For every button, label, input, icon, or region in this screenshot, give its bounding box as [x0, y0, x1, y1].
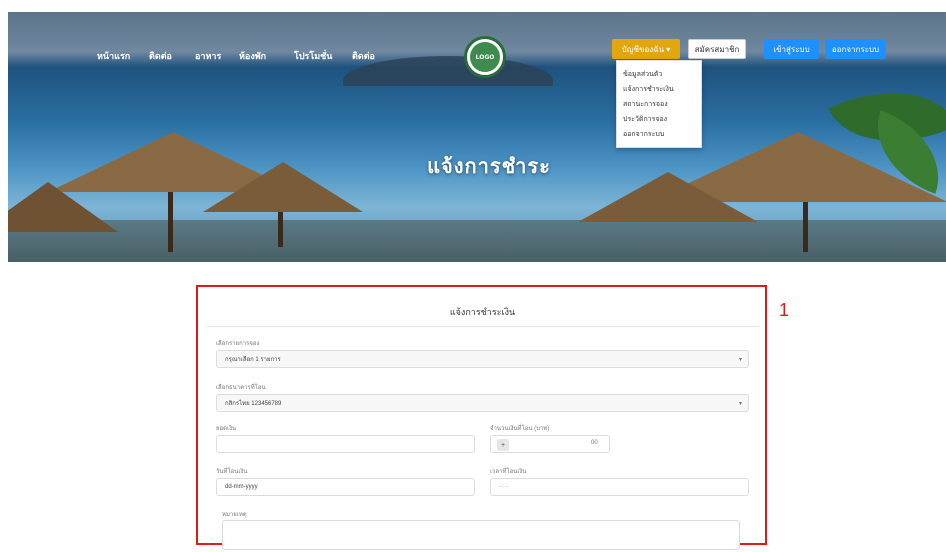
- date-input[interactable]: dd-mm-yyyy: [216, 478, 475, 496]
- time-placeholder: --:--: [499, 484, 509, 490]
- chevron-down-icon: ▾: [738, 401, 742, 407]
- login-button[interactable]: เข้าสู่ระบบ: [764, 39, 819, 59]
- select-room-label: เลือกรายการจอง: [216, 341, 260, 347]
- hero-banner: หน้าแรก ติดต่อ อาหาร ห้องพัก โปรโมชั่น ต…: [8, 12, 946, 262]
- stepper-value: 00: [591, 440, 598, 446]
- dropdown-item-profile[interactable]: ข้อมูลส่วนตัว: [617, 67, 701, 82]
- stepper-label: จำนวนเงินที่โอน (บาท): [490, 426, 550, 432]
- nav-item-rooms[interactable]: ห้องพัก: [239, 49, 266, 63]
- annotation-box: [196, 285, 767, 545]
- date-label: วันที่โอนเงิน: [216, 469, 248, 475]
- chevron-down-icon: ▾: [738, 357, 742, 363]
- umbrella: [578, 172, 758, 222]
- dropdown-item-history[interactable]: ประวัติการจอง: [617, 112, 701, 127]
- nav-item-contact[interactable]: ติดต่อ: [149, 49, 172, 63]
- dropdown-item-payment[interactable]: แจ้งการชำระเงิน: [617, 82, 701, 97]
- select-room-value: กรุณาเลือก 1 รายการ: [225, 357, 281, 363]
- stepper-button[interactable]: +: [497, 439, 509, 451]
- register-button[interactable]: สมัครสมาชิก: [688, 39, 746, 59]
- nav-item-food[interactable]: อาหาร: [195, 49, 221, 63]
- nav-item-contact-2[interactable]: ติดต่อ: [352, 49, 375, 63]
- date-value: dd-mm-yyyy: [225, 484, 258, 490]
- member-dropdown-menu: ข้อมูลส่วนตัว แจ้งการชำระเงิน สถานะการจอ…: [616, 60, 702, 148]
- nav-item-home[interactable]: หน้าแรก: [97, 49, 130, 63]
- umbrella-pole: [168, 182, 173, 252]
- site-logo[interactable]: LOGO: [464, 36, 506, 78]
- select-bank-label: เลือกธนาคารที่โอน: [216, 385, 266, 391]
- page-title: แจ้งการชำระ: [427, 154, 551, 178]
- member-menu-button[interactable]: บัญชีของฉัน ▾: [612, 39, 680, 59]
- time-label: เวลาที่โอนเงิน: [490, 469, 527, 475]
- dropdown-item-logout[interactable]: ออกจากระบบ: [617, 127, 701, 142]
- note-label: หมายเหตุ: [222, 512, 247, 518]
- dropdown-item-status[interactable]: สถานะการจอง: [617, 97, 701, 112]
- note-textarea[interactable]: [222, 520, 740, 550]
- amount-label: ยอดเงิน: [216, 426, 237, 432]
- amount-input[interactable]: [216, 435, 475, 453]
- select-room-field[interactable]: กรุณาเลือก 1 รายการ ▾: [216, 350, 749, 368]
- annotation-number: 1: [779, 300, 790, 320]
- amount-stepper[interactable]: + 00: [490, 435, 610, 453]
- umbrella: [8, 182, 118, 232]
- select-bank-field[interactable]: กสิกรไทย 123456789 ▾: [216, 394, 749, 412]
- time-input[interactable]: --:--: [490, 478, 749, 496]
- form-divider: [206, 326, 759, 327]
- logo-emblem: LOGO: [470, 42, 500, 72]
- select-bank-value: กสิกรไทย 123456789: [225, 401, 282, 407]
- logout-button[interactable]: ออกจากระบบ: [825, 39, 886, 59]
- form-title: แจ้งการชำระเงิน: [449, 308, 516, 318]
- umbrella: [203, 162, 363, 212]
- nav-item-promotion[interactable]: โปรโมชั่น: [294, 49, 332, 63]
